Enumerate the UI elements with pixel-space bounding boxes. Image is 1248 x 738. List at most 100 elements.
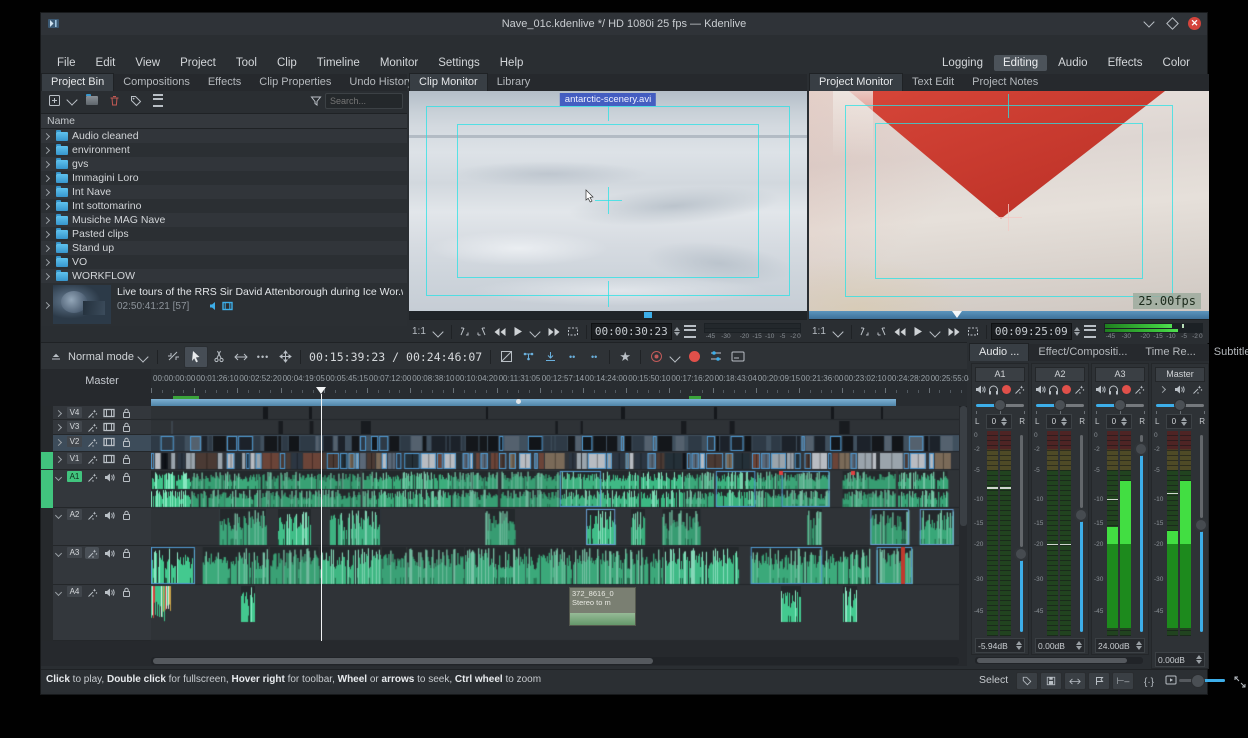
effects-icon[interactable] xyxy=(1191,384,1203,396)
fit-zoom-icon[interactable] xyxy=(1231,673,1248,691)
balance-value[interactable]: 0 xyxy=(986,414,1012,429)
ripple-tool-button[interactable]: ••• xyxy=(252,347,274,367)
track-tag-v3[interactable]: V3 xyxy=(67,421,82,432)
audio-capture-icon[interactable] xyxy=(645,347,667,367)
track-header-v2[interactable]: V2 xyxy=(53,435,151,452)
project-monitor-seekbar[interactable] xyxy=(809,311,1209,319)
track-header-a1[interactable]: A1 xyxy=(53,470,151,508)
track-header-a4[interactable]: A4 xyxy=(53,585,151,641)
track-header-v3[interactable]: V3 xyxy=(53,420,151,435)
collapse-icon[interactable] xyxy=(56,473,64,481)
monitor-zoom-select[interactable]: 1:1 xyxy=(409,323,429,341)
set-out-point-button[interactable] xyxy=(473,323,490,341)
expand-icon[interactable] xyxy=(44,216,52,224)
add-clip-button[interactable] xyxy=(45,93,63,108)
monitor-zoom-select[interactable]: 1:1 xyxy=(809,323,829,341)
record-dropdown-chevron[interactable] xyxy=(670,351,681,362)
flag-button[interactable] xyxy=(1088,672,1110,690)
expand-icon[interactable] xyxy=(44,244,52,252)
fader-knob[interactable] xyxy=(1074,508,1088,522)
play-dropdown-chevron[interactable] xyxy=(929,326,940,337)
track-header-v1[interactable]: V1 xyxy=(53,452,151,470)
bin-folder-row[interactable]: Stand up xyxy=(41,241,407,255)
record-arm-icon[interactable] xyxy=(1001,384,1013,396)
spacer-tool-button[interactable] xyxy=(230,347,252,367)
monitor-menu-icon[interactable] xyxy=(1084,325,1096,338)
expand-icon[interactable] xyxy=(56,409,64,417)
subtitle-toggle-button[interactable] xyxy=(727,347,749,367)
menu-timeline[interactable]: Timeline xyxy=(307,54,370,72)
fader-knob[interactable] xyxy=(1134,442,1148,456)
workspace-logging[interactable]: Logging xyxy=(933,55,992,71)
zoom-slider-knob[interactable] xyxy=(1191,674,1205,688)
search-input[interactable] xyxy=(325,93,403,109)
save-zone-button[interactable] xyxy=(1040,672,1062,690)
bin-tab-effects[interactable]: Effects xyxy=(199,74,250,91)
balance-slider[interactable] xyxy=(1036,399,1084,411)
project-monitor-playhead[interactable] xyxy=(952,311,962,318)
zone-loop-button[interactable] xyxy=(964,323,982,341)
favorite-effects-button[interactable]: ★ xyxy=(614,347,636,367)
overwrite-zone-button[interactable]: •• xyxy=(561,347,583,367)
track-tag-a2[interactable]: A2 xyxy=(67,509,82,520)
bin-folder-row[interactable]: Musiche MAG Nave xyxy=(41,213,407,227)
gain-value-box[interactable]: -5.94dB xyxy=(975,638,1025,653)
workspace-editing[interactable]: Editing xyxy=(994,55,1047,71)
track-effects-icon[interactable] xyxy=(85,436,99,448)
lock-track-icon[interactable] xyxy=(119,586,133,598)
expand-icon[interactable] xyxy=(44,160,52,168)
monitor-timecode[interactable]: 00:00:30:23 xyxy=(591,323,672,340)
track-header-a3[interactable]: A3 xyxy=(53,546,151,585)
track-tag-a1[interactable]: A1 xyxy=(67,471,82,482)
create-folder-button[interactable] xyxy=(83,93,101,108)
timeline-clips-canvas[interactable] xyxy=(151,406,959,641)
menu-edit[interactable]: Edit xyxy=(86,54,126,72)
preview-render-icon[interactable] xyxy=(1161,672,1181,688)
timeline-position-timecode[interactable]: 00:15:39:23 / 00:24:46:07 xyxy=(309,350,482,364)
zoom-dropdown-chevron[interactable] xyxy=(432,326,443,337)
monitor-timecode[interactable]: 00:09:25:09 xyxy=(991,323,1072,340)
expand-icon[interactable] xyxy=(44,258,52,266)
lock-track-icon[interactable] xyxy=(119,453,133,465)
rewind-button[interactable] xyxy=(490,323,510,341)
expand-icon[interactable] xyxy=(44,174,52,182)
mute-track-icon[interactable] xyxy=(102,586,116,598)
mixer-tab-time-re-[interactable]: Time Re... xyxy=(1136,344,1204,361)
mute-track-icon[interactable] xyxy=(102,547,116,559)
lift-zone-button[interactable]: •• xyxy=(583,347,605,367)
gain-value-box[interactable]: 0.00dB xyxy=(1155,652,1205,667)
forward-button[interactable] xyxy=(544,323,564,341)
volume-fader[interactable] xyxy=(1194,431,1208,636)
delete-button[interactable] xyxy=(105,93,123,108)
bin-folder-row[interactable]: Int Nave xyxy=(41,185,407,199)
balance-knob[interactable] xyxy=(1114,399,1126,411)
bin-folder-row[interactable]: VO xyxy=(41,255,407,269)
play-button[interactable] xyxy=(910,323,926,341)
menu-monitor[interactable]: Monitor xyxy=(370,54,428,72)
lock-track-icon[interactable] xyxy=(119,421,133,433)
mute-icon[interactable] xyxy=(975,384,987,396)
menu-view[interactable]: View xyxy=(125,54,170,72)
slip-tool-button[interactable] xyxy=(162,347,184,367)
title-bar[interactable]: Nave_01c.kdenlive */ HD 1080i 25 fps — K… xyxy=(41,13,1207,36)
expand-icon[interactable] xyxy=(44,146,52,154)
tag-filter-button[interactable] xyxy=(1016,672,1038,690)
expand-icon[interactable] xyxy=(44,301,52,309)
lock-track-icon[interactable] xyxy=(119,436,133,448)
lock-track-icon[interactable] xyxy=(119,407,133,419)
guide-marker[interactable] xyxy=(516,399,521,404)
zoom-dropdown-chevron[interactable] xyxy=(832,326,843,337)
minimize-icon[interactable] xyxy=(1142,16,1156,30)
mixer-tab-subtitles[interactable]: Subtitles xyxy=(1205,344,1248,361)
bin-folder-row[interactable]: gvs xyxy=(41,157,407,171)
balance-spinbox[interactable]: L0R xyxy=(1095,414,1145,429)
menu-help[interactable]: Help xyxy=(490,54,534,72)
mute-icon[interactable] xyxy=(1174,384,1186,396)
track-tag-v1[interactable]: V1 xyxy=(67,453,82,464)
collapse-icon[interactable] xyxy=(56,511,64,519)
mute-track-icon[interactable] xyxy=(102,509,116,521)
play-button[interactable] xyxy=(510,323,526,341)
effects-icon[interactable] xyxy=(1014,384,1026,396)
bin-list-header[interactable]: Name xyxy=(41,113,407,129)
maximize-icon[interactable] xyxy=(1165,16,1179,30)
